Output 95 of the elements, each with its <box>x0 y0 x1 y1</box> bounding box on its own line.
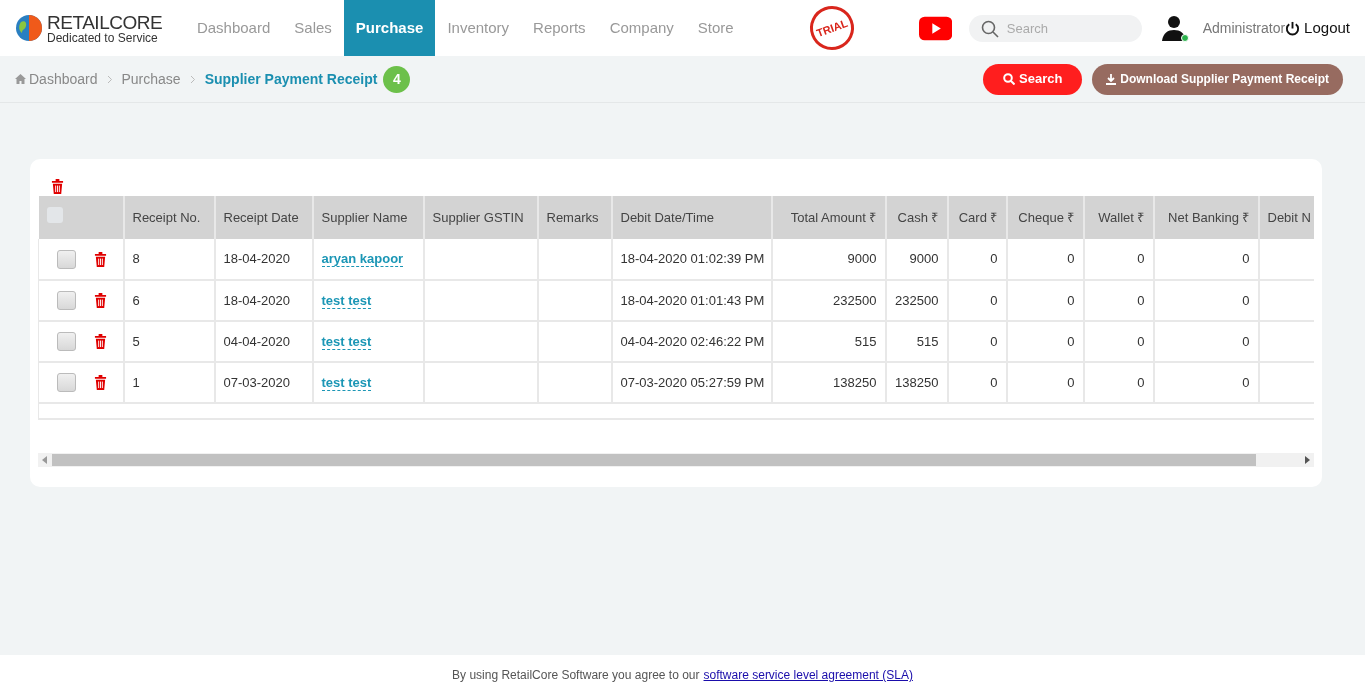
nav-tab[interactable]: Company <box>597 0 686 56</box>
nav-tab[interactable]: Sales <box>282 0 344 56</box>
table-cell: 5 <box>132 333 140 349</box>
table-cell: 0 <box>990 292 998 308</box>
trash-icon[interactable] <box>94 293 107 308</box>
column-header: Cheque ₹ <box>1006 196 1084 239</box>
supplier-link[interactable]: test test <box>321 374 372 391</box>
trash-icon[interactable] <box>94 334 107 349</box>
table-cell: 1 <box>132 374 140 390</box>
footer-text: By using RetailCore Software you agree to our <box>452 667 700 684</box>
trash-icon[interactable] <box>51 179 64 194</box>
row-checkbox[interactable] <box>57 373 76 392</box>
table-cell: 0 <box>1137 251 1145 267</box>
brand-tagline: Dedicated to Service <box>47 31 159 44</box>
column-header: Debit Date/Time <box>611 196 772 239</box>
supplier-link[interactable]: aryan kapoor <box>321 251 404 268</box>
nav-tab[interactable]: Purchase <box>343 0 436 56</box>
table-cell: 9000 <box>909 251 939 267</box>
trash-icon[interactable] <box>94 251 107 267</box>
table-cell: 8 <box>132 251 140 267</box>
column-header: Remarks <box>537 196 612 239</box>
table-cell: 232500 <box>895 292 939 308</box>
download-icon <box>1106 73 1117 85</box>
download-button[interactable]: Download Supplier Payment Receipt <box>1092 63 1343 95</box>
nav-tab[interactable]: Reports <box>521 0 598 56</box>
video-play-icon[interactable] <box>918 15 952 41</box>
search-button[interactable]: Search <box>983 63 1083 95</box>
table-cell: 0 <box>990 251 998 267</box>
breadcrumb-link[interactable]: Dashboard <box>29 68 98 90</box>
table-cell: 04-04-2020 02:46:22 PM <box>620 333 765 349</box>
home-icon <box>15 74 26 84</box>
table-cell: 0 <box>1067 374 1075 390</box>
table-cell: 18-04-2020 <box>223 251 290 267</box>
table-cell: 18-04-2020 01:02:39 PM <box>620 251 765 267</box>
brand-name: RETAILCORE <box>47 12 163 32</box>
horizontal-scrollbar[interactable] <box>38 453 1314 467</box>
globe-logo-icon <box>15 14 43 42</box>
trash-icon[interactable] <box>94 375 107 390</box>
table-cell: 0 <box>1242 251 1250 267</box>
search-icon <box>980 19 999 38</box>
chevron-icon <box>189 74 196 84</box>
table-cell: 0 <box>1137 374 1145 390</box>
column-header: Total Amount ₹ <box>771 196 886 239</box>
table-cell: 515 <box>916 333 939 349</box>
column-header: Cash ₹ <box>885 196 948 239</box>
column-header: Debit N <box>1258 196 1314 239</box>
user-name[interactable]: Administrator <box>1202 17 1286 39</box>
scroll-right-icon[interactable] <box>1304 456 1310 464</box>
breadcrumb-link[interactable]: Purchase <box>121 68 181 90</box>
row-checkbox[interactable] <box>57 249 76 269</box>
table-cell: 04-04-2020 <box>223 333 290 349</box>
table-cell: 0 <box>1137 292 1145 308</box>
sla-link[interactable]: software service level agreement (SLA) <box>703 666 913 684</box>
chevron-icon <box>106 74 113 84</box>
table-cell: 0 <box>1242 374 1250 390</box>
column-header: Receipt Date <box>214 196 313 239</box>
logout-button[interactable]: Logout <box>1285 16 1350 40</box>
table-cell: 138250 <box>895 374 939 390</box>
table-cell: 07-03-2020 <box>223 374 290 390</box>
table-cell: 0 <box>1067 292 1075 308</box>
table-cell: 0 <box>990 374 998 390</box>
row-checkbox[interactable] <box>57 291 76 310</box>
column-header: Supplier GSTIN <box>423 196 538 239</box>
count-badge: 4 <box>383 65 411 93</box>
table-cell: 6 <box>132 292 140 308</box>
table-cell: 18-04-2020 01:01:43 PM <box>620 292 765 308</box>
table-cell: 232500 <box>833 292 877 308</box>
column-header: Wallet ₹ <box>1083 196 1154 239</box>
table-cell: 0 <box>1242 333 1250 349</box>
search-field[interactable]: Search <box>968 14 1142 42</box>
breadcrumb-link[interactable]: Supplier Payment Receipt <box>204 68 378 90</box>
scroll-left-icon[interactable] <box>42 456 48 464</box>
table-cell: 0 <box>1067 251 1075 267</box>
table-cell: 0 <box>990 333 998 349</box>
supplier-link[interactable]: test test <box>321 292 372 309</box>
column-header: Net Banking ₹ <box>1153 196 1259 239</box>
search-icon <box>1003 73 1016 85</box>
nav-tab[interactable]: Inventory <box>435 0 522 56</box>
table-cell: 515 <box>854 333 877 349</box>
column-header: Supplier Name <box>312 196 424 239</box>
row-checkbox[interactable] <box>57 332 76 351</box>
nav-tab[interactable]: Store <box>685 0 746 56</box>
table-cell: 9000 <box>847 251 877 267</box>
power-icon <box>1285 20 1301 36</box>
table-cell: 0 <box>1242 292 1250 308</box>
column-header: Card ₹ <box>947 196 1007 239</box>
table-cell: 0 <box>1137 333 1145 349</box>
scrollbar-thumb[interactable] <box>52 454 1256 466</box>
supplier-link[interactable]: test test <box>321 333 372 350</box>
nav-tab[interactable]: Dashboard <box>184 0 283 56</box>
table-cell: 18-04-2020 <box>223 292 290 308</box>
column-header: Receipt No. <box>123 196 215 239</box>
table-cell: 0 <box>1067 333 1075 349</box>
table-cell: 138250 <box>833 374 877 390</box>
table-cell: 07-03-2020 05:27:59 PM <box>620 374 765 390</box>
